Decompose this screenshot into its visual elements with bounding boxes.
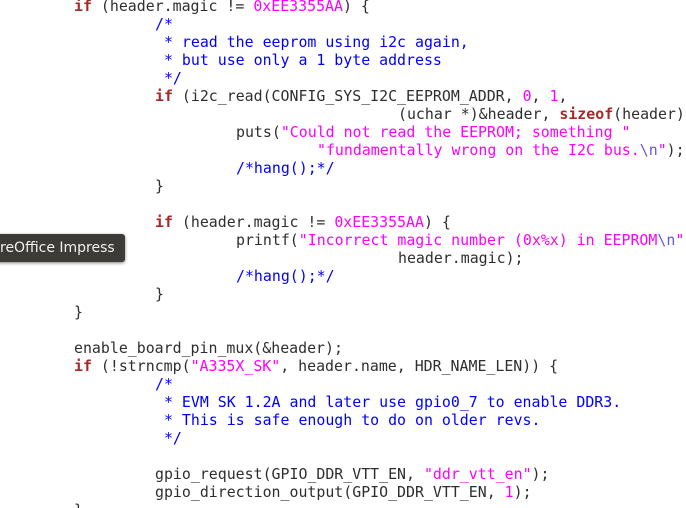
code-token-plain: gpio_direction_output(GPIO_DDR_VTT_EN, [155, 483, 505, 501]
code-token-str: "ddr_vtt_en" [423, 465, 532, 483]
code-token-plain: (header))) { [613, 105, 686, 123]
code-token-cm: /*hang();*/ [236, 267, 335, 285]
tooltip-label: reOffice Impress [0, 240, 115, 256]
code-line[interactable]: /* [74, 15, 173, 33]
code-token-kw: if [74, 357, 92, 375]
code-token-plain: , header.name, HDR_NAME_LEN)) { [280, 357, 559, 375]
code-line[interactable]: } [74, 285, 164, 303]
code-token-cm: */ [155, 69, 182, 87]
code-token-esc: \n [657, 231, 676, 249]
code-token-kw: sizeof [559, 105, 614, 123]
code-token-num: 0xEE3355AA [334, 213, 424, 231]
code-token-num: 0xEE3355AA [253, 0, 343, 15]
code-token-plain: , [558, 87, 568, 105]
code-line[interactable]: * EVM SK 1.2A and later use gpio0_7 to e… [74, 393, 621, 411]
code-line[interactable]: printf("Incorrect magic number (0x%x) in… [74, 231, 686, 249]
code-token-cm: * This is safe enough to do on older rev… [155, 411, 541, 429]
code-line[interactable]: gpio_direction_output(GPIO_DDR_VTT_EN, 1… [74, 483, 532, 501]
code-token-str: "A335X_SK" [190, 357, 281, 375]
code-line[interactable]: /*hang();*/ [74, 267, 335, 285]
code-line[interactable]: puts("Could not read the EEPROM; somethi… [74, 123, 630, 141]
code-line[interactable]: */ [74, 429, 182, 447]
code-line[interactable]: } [74, 303, 83, 321]
code-token-esc: \n [639, 141, 658, 159]
code-token-plain: ) { [423, 213, 451, 231]
code-token-cm: * EVM SK 1.2A and later use gpio0_7 to e… [155, 393, 622, 411]
code-token-plain: (header.magic != [91, 0, 254, 15]
code-token-str: " [657, 141, 667, 159]
code-token-cm: * but use only a 1 byte address [155, 51, 442, 69]
code-token-cm: /* [155, 375, 173, 393]
code-line[interactable]: * but use only a 1 byte address [74, 51, 442, 69]
code-token-str: "Incorrect magic number (0x%x) in EEPROM [298, 231, 658, 249]
code-token-num: 0 [522, 87, 532, 105]
code-line[interactable]: */ [74, 69, 182, 87]
code-token-kw: if [155, 213, 173, 231]
code-token-plain: (uchar *)&header, [398, 105, 560, 123]
code-token-plain: (i2c_read(CONFIG_SYS_I2C_EEPROM_ADDR, [172, 87, 523, 105]
code-line[interactable]: * This is safe enough to do on older rev… [74, 411, 541, 429]
code-line[interactable]: if (header.magic != 0xEE3355AA) { [74, 0, 370, 15]
code-line[interactable]: } [74, 177, 164, 195]
code-token-plain: enable_board_pin_mux(&header); [74, 339, 343, 357]
code-line[interactable]: header.magic); [74, 249, 524, 267]
code-line[interactable]: * read the eeprom using i2c again, [74, 33, 469, 51]
code-line[interactable]: if (header.magic != 0xEE3355AA) { [74, 213, 451, 231]
code-token-plain: printf( [236, 231, 299, 249]
code-token-plain: } [74, 303, 83, 321]
code-token-cm: */ [155, 429, 182, 447]
code-token-plain: header.magic); [398, 249, 524, 267]
code-token-str: " [675, 231, 685, 249]
code-line[interactable]: if (!strncmp("A335X_SK", header.name, HD… [74, 357, 558, 375]
code-line[interactable]: /*hang();*/ [74, 159, 335, 177]
code-token-plain: ); [666, 141, 685, 159]
code-token-cm: * read the eeprom using i2c again, [155, 33, 469, 51]
code-line[interactable]: if (i2c_read(CONFIG_SYS_I2C_EEPROM_ADDR,… [74, 87, 567, 105]
code-token-cm: /*hang();*/ [236, 159, 335, 177]
code-token-plain: } [155, 285, 164, 303]
code-line[interactable]: } [74, 501, 83, 508]
code-token-plain: (!strncmp( [91, 357, 191, 375]
code-token-plain: ); [513, 483, 532, 501]
code-token-plain: (header.magic != [172, 213, 335, 231]
code-token-cm: /* [155, 15, 173, 33]
code-token-str: "Could not read the EEPROM; something " [280, 123, 631, 141]
code-token-str: "fundamentally wrong on the I2C bus. [317, 141, 640, 159]
code-token-kw: if [74, 0, 92, 15]
code-token-plain: puts( [236, 123, 281, 141]
code-token-plain: gpio_request(GPIO_DDR_VTT_EN, [155, 465, 424, 483]
code-line[interactable]: gpio_request(GPIO_DDR_VTT_EN, "ddr_vtt_e… [74, 465, 549, 483]
launcher-tooltip: reOffice Impress [0, 234, 125, 262]
code-token-plain: , [531, 87, 550, 105]
code-line[interactable]: "fundamentally wrong on the I2C bus.\n")… [74, 141, 685, 159]
code-token-kw: if [155, 87, 173, 105]
code-line[interactable]: (uchar *)&header, sizeof(header))) { [74, 105, 686, 123]
code-line[interactable]: /* [74, 375, 173, 393]
code-token-num: 1 [504, 483, 514, 501]
code-token-plain: } [74, 501, 83, 508]
code-token-plain: ) { [342, 0, 370, 15]
code-line[interactable]: enable_board_pin_mux(&header); [74, 339, 343, 357]
code-token-plain: ); [531, 465, 550, 483]
code-token-plain: } [155, 177, 164, 195]
